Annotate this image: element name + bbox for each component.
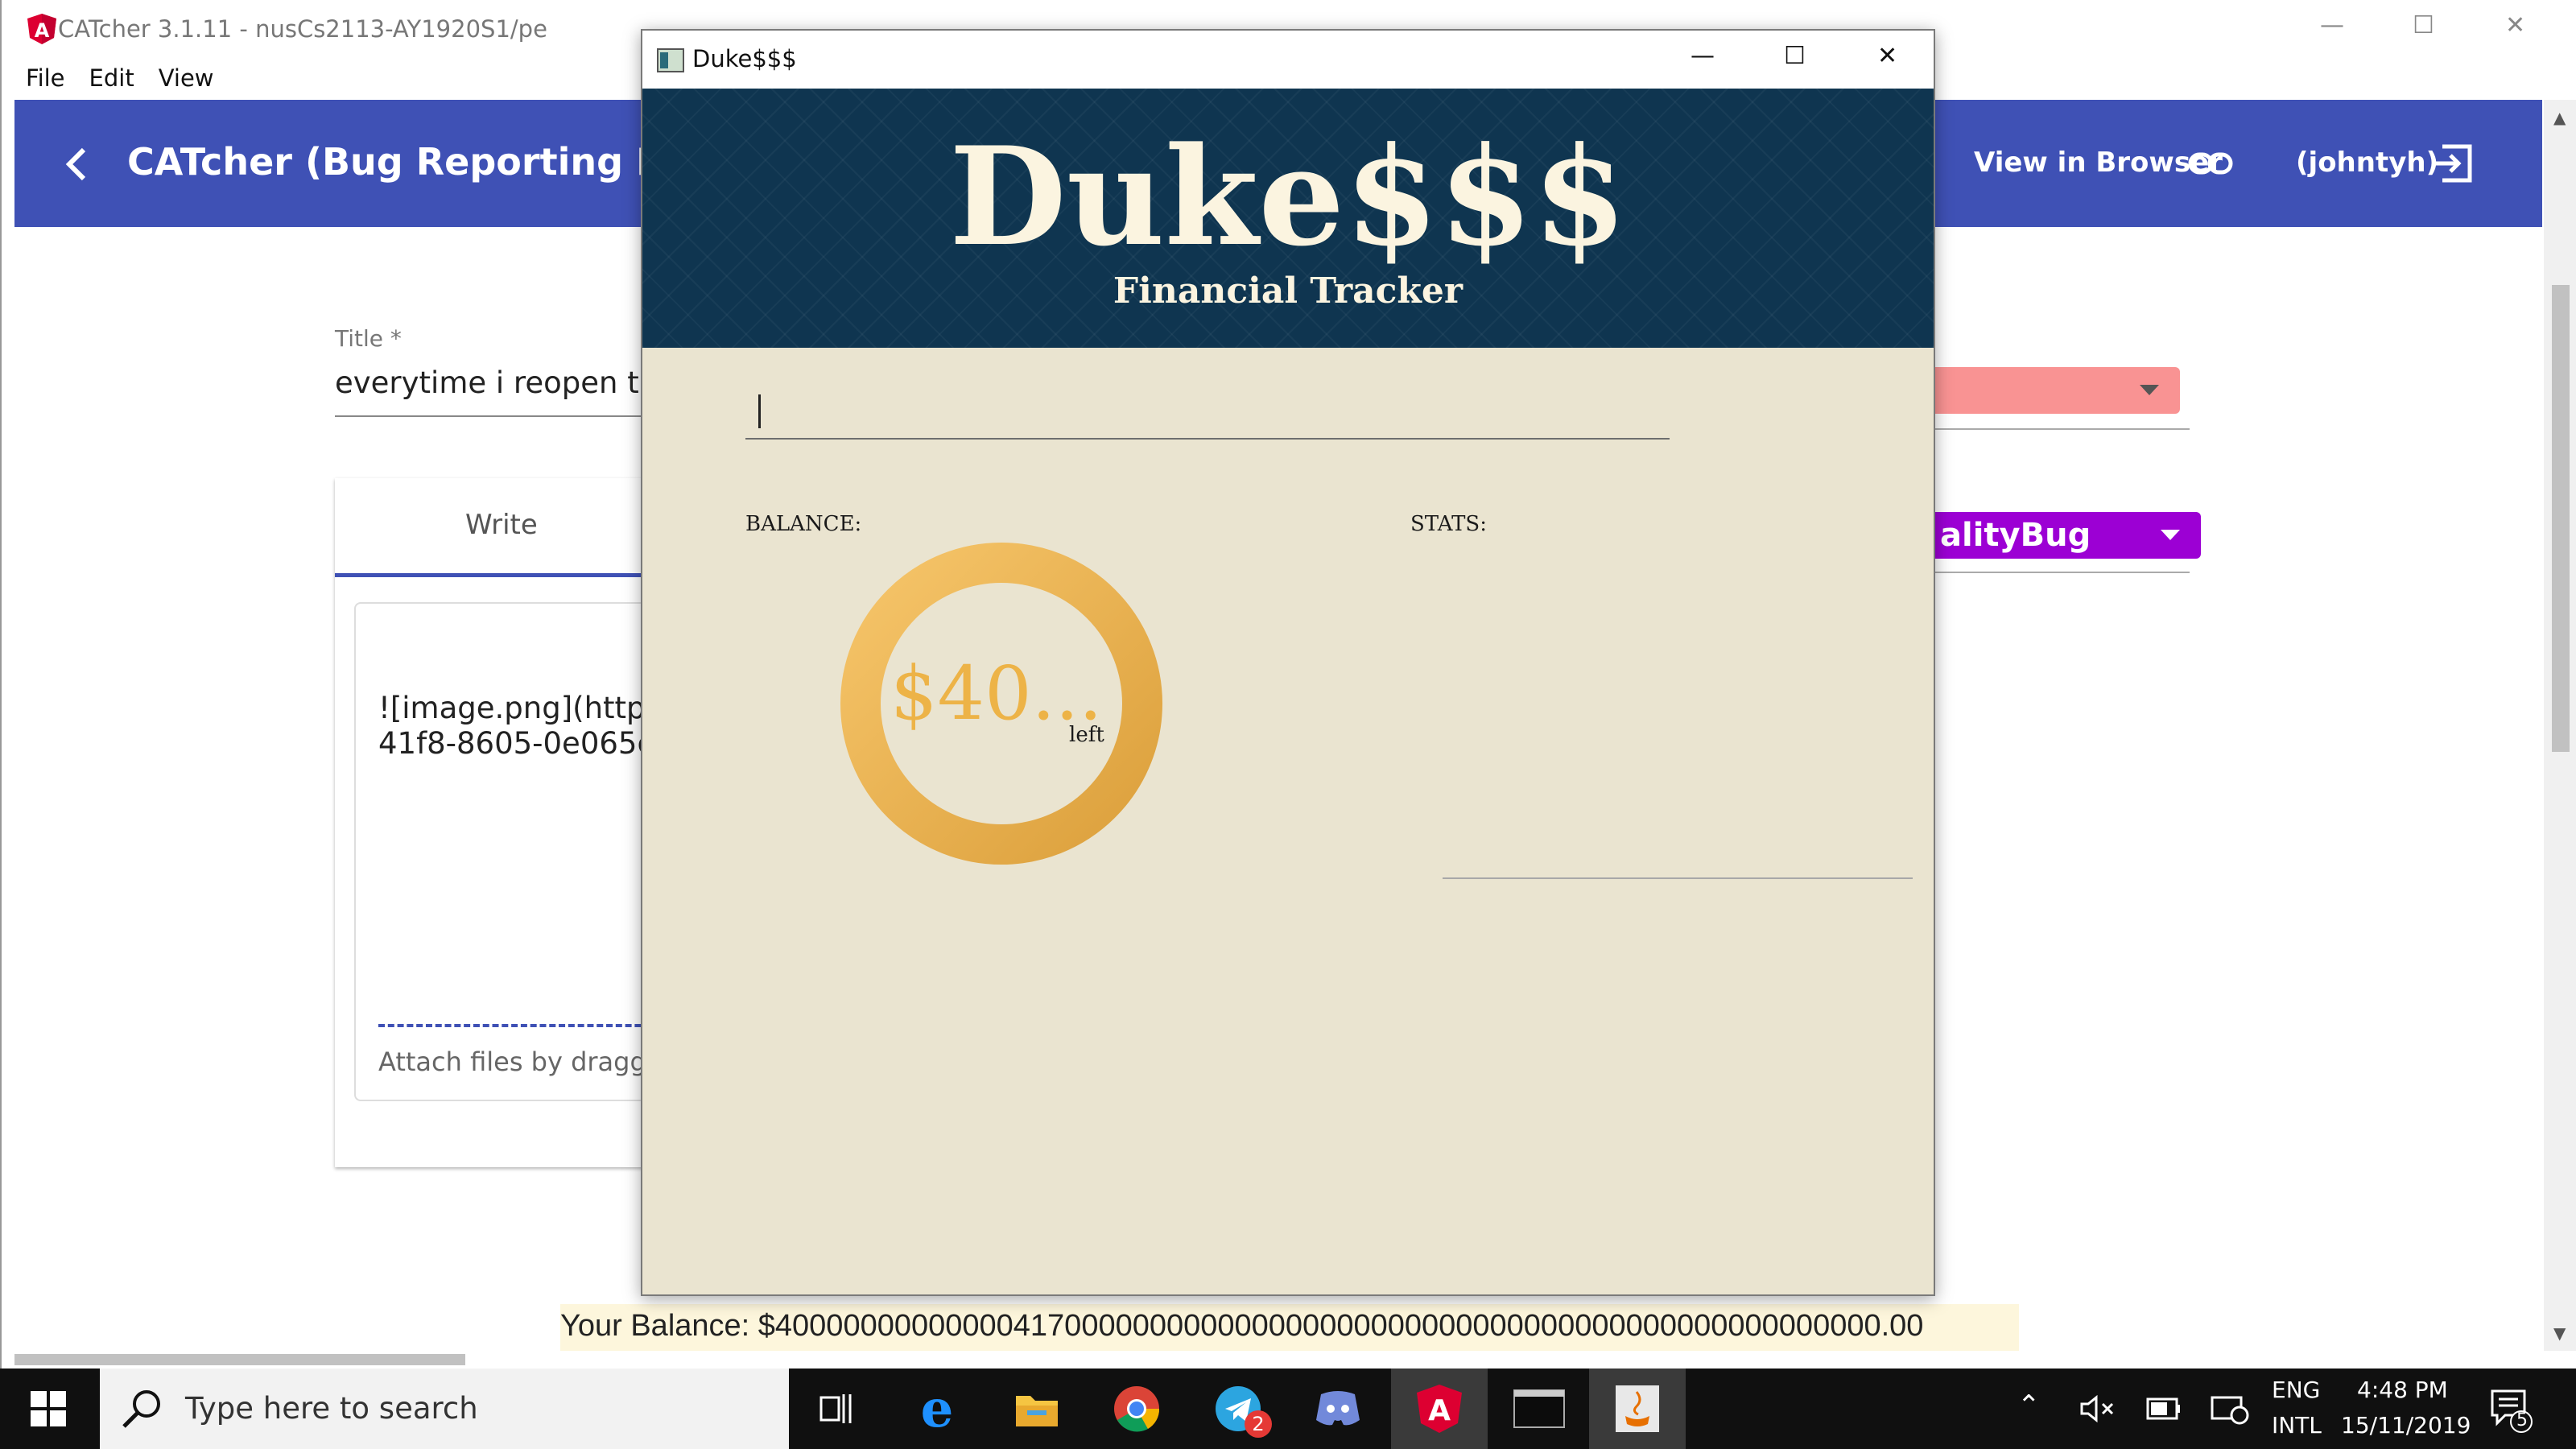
- dropzone-divider: [378, 1024, 660, 1027]
- attach-hint: Attach files by dragging: [378, 1046, 687, 1077]
- vertical-scrollbar[interactable]: ▲ ▼: [2544, 100, 2576, 1351]
- title-underline: [335, 415, 657, 417]
- type-underline: [1935, 572, 2190, 573]
- scrollbar-thumb[interactable]: [2552, 285, 2570, 752]
- catcher-maximize-button[interactable]: ☐: [2413, 11, 2434, 39]
- duke-window: Duke$$$ — ☐ ✕ Duke$$$ Financial Tracker …: [641, 29, 1935, 1296]
- stats-chart-baseline: [1443, 877, 1913, 879]
- body-line-1: ![image.png](https:: [378, 691, 671, 725]
- text-cursor: [758, 394, 761, 428]
- task-view-icon: [819, 1394, 852, 1423]
- volume-muted-icon[interactable]: [2080, 1394, 2116, 1423]
- horizontal-scrollbar-thumb[interactable]: [14, 1354, 465, 1365]
- taskbar-chrome[interactable]: [1088, 1368, 1185, 1449]
- severity-dropdown[interactable]: [1935, 367, 2180, 414]
- duke-window-title: Duke$$$: [692, 45, 797, 72]
- tab-write[interactable]: Write: [465, 509, 538, 541]
- taskbar-catcher[interactable]: A: [1391, 1368, 1488, 1449]
- balance-status-bar: Your Balance: $4000000000000041700000000…: [560, 1304, 2019, 1351]
- language-top[interactable]: ENG: [2272, 1377, 2320, 1403]
- user-name: (johntyh): [2296, 147, 2439, 179]
- duke-header-banner: Duke$$$ Financial Tracker: [642, 89, 1934, 348]
- menu-edit[interactable]: Edit: [89, 64, 134, 92]
- scroll-down-arrow-icon[interactable]: ▼: [2553, 1323, 2566, 1343]
- title-input[interactable]: everytime i reopen the: [335, 365, 676, 400]
- catcher-close-button[interactable]: ✕: [2505, 11, 2525, 39]
- discord-icon: [1316, 1391, 1360, 1426]
- java-app-icon: [657, 48, 684, 72]
- taskbar-terminal[interactable]: [1491, 1368, 1587, 1449]
- duke-maximize-button[interactable]: ☐: [1784, 42, 1806, 70]
- command-input[interactable]: [745, 386, 1670, 440]
- telegram-badge: 2: [1245, 1410, 1272, 1438]
- duke-close-button[interactable]: ✕: [1877, 42, 1897, 70]
- clock-time[interactable]: 4:48 PM: [2357, 1377, 2448, 1403]
- title-label: Title *: [335, 325, 402, 352]
- svg-text:A: A: [35, 19, 50, 42]
- back-arrow-icon[interactable]: [64, 147, 89, 182]
- chevron-down-icon: [2161, 530, 2180, 540]
- catcher-minimize-button[interactable]: —: [2320, 11, 2344, 39]
- balance-status-text: Your Balance: $4000000000000041700000000…: [560, 1309, 1924, 1343]
- clock-date[interactable]: 15/11/2019: [2341, 1412, 2471, 1439]
- edge-icon: e: [920, 1378, 954, 1439]
- svg-text:A: A: [1428, 1394, 1451, 1427]
- description-card: Write ![image.png](https: 41f8-8605-0e06…: [335, 478, 686, 1167]
- chevron-down-icon: [2140, 385, 2159, 395]
- scroll-up-arrow-icon[interactable]: ▲: [2553, 108, 2566, 127]
- balance-ring-suffix: left: [1069, 723, 1104, 747]
- start-button[interactable]: [0, 1368, 97, 1449]
- network-icon[interactable]: [2211, 1393, 2249, 1425]
- taskbar-telegram[interactable]: 2: [1190, 1368, 1286, 1449]
- task-view-button[interactable]: [789, 1368, 886, 1449]
- menu-view[interactable]: View: [159, 64, 214, 92]
- menu-file[interactable]: File: [26, 64, 65, 92]
- type-dropdown[interactable]: alityBug: [1935, 512, 2201, 559]
- type-dropdown-value: alityBug: [1940, 517, 2091, 554]
- chrome-icon: [1114, 1386, 1160, 1432]
- duke-app-title: Duke$$$: [949, 117, 1627, 276]
- link-icon: [2188, 152, 2233, 175]
- search-icon: [122, 1390, 160, 1428]
- windows-logo-icon: [31, 1391, 66, 1426]
- show-hidden-icons-chevron-icon[interactable]: ⌃: [2017, 1389, 2041, 1422]
- markdown-editor[interactable]: ![image.png](https: 41f8-8605-0e065c Att…: [354, 602, 686, 1101]
- java-icon: [1616, 1385, 1659, 1432]
- body-line-2: 41f8-8605-0e065c: [378, 726, 654, 761]
- terminal-icon: [1513, 1389, 1565, 1428]
- logout-icon[interactable]: [2431, 143, 2473, 184]
- severity-underline: [1935, 428, 2190, 430]
- search-placeholder: Type here to search: [185, 1391, 478, 1426]
- language-bottom[interactable]: INTL: [2272, 1412, 2322, 1439]
- taskbar-file-explorer[interactable]: [989, 1368, 1085, 1449]
- taskbar-edge[interactable]: e: [889, 1368, 985, 1449]
- angular-taskbar-icon: A: [1417, 1385, 1462, 1433]
- tab-write-indicator: [335, 573, 657, 577]
- view-in-browser-button[interactable]: View in Browser: [1974, 147, 2223, 179]
- folder-icon: [1016, 1396, 1058, 1426]
- battery-icon[interactable]: [2146, 1397, 2182, 1420]
- balance-label: BALANCE:: [745, 512, 862, 536]
- stats-label: STATS:: [1410, 512, 1487, 536]
- taskbar-discord[interactable]: [1290, 1368, 1386, 1449]
- taskbar-java-duke[interactable]: [1589, 1368, 1686, 1449]
- notification-count: 5: [2516, 1410, 2528, 1430]
- duke-titlebar: Duke$$$ — ☐ ✕: [642, 31, 1934, 89]
- taskbar-search-box[interactable]: Type here to search: [100, 1368, 789, 1449]
- duke-minimize-button[interactable]: —: [1690, 42, 1715, 70]
- duke-subtitle: Financial Tracker: [1113, 270, 1463, 312]
- angular-logo-icon: A: [27, 14, 56, 44]
- catcher-window-title: CATcher 3.1.11 - nusCs2113-AY1920S1/pe: [58, 15, 547, 43]
